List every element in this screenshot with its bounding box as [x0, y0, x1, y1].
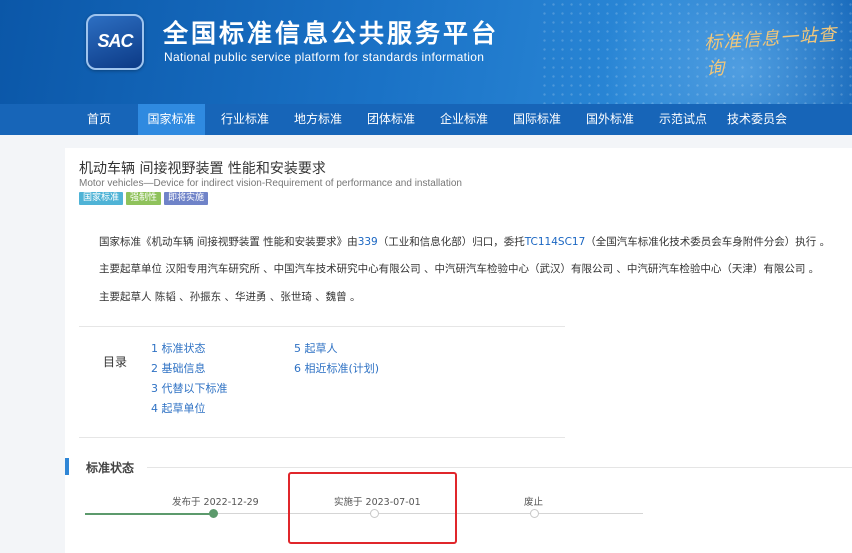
committee-339-link[interactable]: 339	[358, 236, 378, 248]
standard-detail-card: 机动车辆 间接视野装置 性能和安装要求 Motor vehicles—Devic…	[65, 148, 852, 553]
description-line-drafting-units: 主要起草单位 汉阳专用汽车研究所 、中国汽车技术研究中心有限公司 、中汽研汽车检…	[99, 263, 820, 275]
timeline-dot-abolished	[530, 509, 539, 518]
timeline-progress-done	[85, 513, 213, 515]
sac-logo[interactable]: SAC	[86, 14, 144, 70]
table-of-contents: 目录 1 标准状态 2 基础信息 3 代替以下标准 4 起草单位 5 起草人 6…	[79, 326, 565, 438]
toc-item-similar-standards[interactable]: 6 相近标准(计划)	[294, 360, 379, 376]
badge-upcoming: 即将实施	[164, 192, 209, 205]
standard-badges: 国家标准 强制性 即将实施	[79, 192, 209, 205]
site-title-cn: 全国标准信息公共服务平台	[163, 19, 500, 48]
section-divider	[147, 467, 852, 468]
toc-label: 目录	[103, 355, 128, 369]
toc-item-replaces[interactable]: 3 代替以下标准	[151, 380, 228, 396]
badge-mandatory: 强制性	[126, 192, 162, 205]
highlight-box	[288, 472, 457, 544]
toc-item-standard-status[interactable]: 1 标准状态	[151, 340, 206, 356]
nav-item-home[interactable]: 首页	[74, 104, 124, 135]
logo-text: SAC	[97, 31, 133, 51]
site-header: SAC 全国标准信息公共服务平台 National public service…	[0, 0, 852, 104]
timeline-dot-published	[209, 509, 218, 518]
description-line-authority: 国家标准《机动车辆 间接视野装置 性能和安装要求》由339（工业和信息化部）归口…	[99, 234, 830, 249]
nav-item-industry-standard[interactable]: 行业标准	[212, 104, 278, 135]
desc-mid: （工业和信息化部）归口，委托	[377, 236, 525, 248]
standard-title-cn: 机动车辆 间接视野装置 性能和安装要求	[79, 161, 326, 177]
site-title-en: National public service platform for sta…	[164, 50, 485, 64]
header-slogan: 标准信息一站查询	[703, 23, 838, 81]
badge-national-standard: 国家标准	[79, 192, 124, 205]
standard-status-heading: 标准状态	[86, 461, 135, 475]
toc-item-drafting-units[interactable]: 4 起草单位	[151, 400, 206, 416]
nav-item-group-standard[interactable]: 团体标准	[358, 104, 424, 135]
desc-prefix: 国家标准《机动车辆 间接视野装置 性能和安装要求》由	[99, 236, 358, 248]
toc-item-drafters[interactable]: 5 起草人	[294, 340, 338, 356]
main-nav: 首页 国家标准 行业标准 地方标准 团体标准 企业标准 国际标准 国外标准 示范…	[0, 104, 852, 135]
toc-item-basic-info[interactable]: 2 基础信息	[151, 360, 206, 376]
nav-item-tech-committee[interactable]: 技术委员会	[722, 104, 792, 135]
timeline-label-abolished: 废止	[524, 497, 544, 508]
committee-tc114sc17-link[interactable]: TC114SC17	[525, 236, 586, 248]
timeline-label-published: 发布于 2022-12-29	[172, 497, 259, 508]
nav-item-international-standard[interactable]: 国际标准	[504, 104, 570, 135]
standard-title-en: Motor vehicles—Device for indirect visio…	[79, 178, 462, 189]
nav-item-national-standard[interactable]: 国家标准	[138, 104, 205, 135]
section-accent-bar	[65, 458, 69, 475]
nav-item-foreign-standard[interactable]: 国外标准	[577, 104, 643, 135]
desc-suffix: （全国汽车标准化技术委员会车身附件分会）执行 。	[585, 236, 831, 248]
nav-item-pilot[interactable]: 示范试点	[650, 104, 716, 135]
description-line-drafters: 主要起草人 陈韬 、孙振东 、华进勇 、张世琦 、魏曾 。	[99, 291, 361, 303]
nav-item-enterprise-standard[interactable]: 企业标准	[431, 104, 497, 135]
nav-item-local-standard[interactable]: 地方标准	[285, 104, 351, 135]
